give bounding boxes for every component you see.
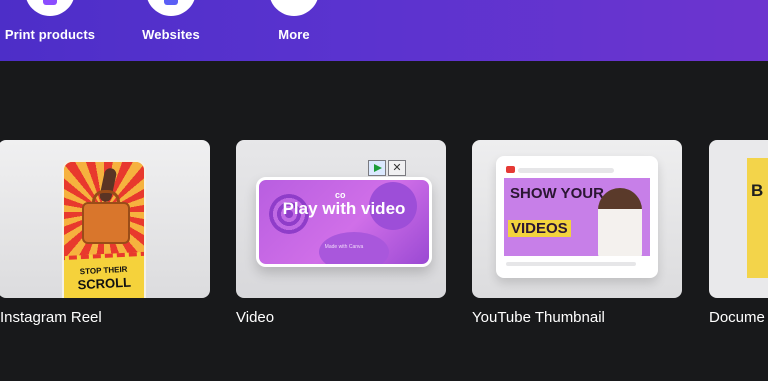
play-icon [374,164,382,172]
thumbnail-title: Play with video [282,199,406,218]
print-products-icon [25,0,75,16]
template-label-instagram-reel[interactable]: Instagram Reel [0,309,102,326]
category-label: Websites [142,27,200,42]
template-label-document[interactable]: Docume [709,309,765,326]
template-label-youtube-thumbnail[interactable]: YouTube Thumbnail [472,309,605,326]
youtube-icon [506,166,515,173]
thumbnail-text: SHOW YOUR [510,185,604,202]
video-thumbnail: co Play with video Made with Canva [256,177,432,267]
category-print-products[interactable]: Print products [0,0,105,61]
template-label-video[interactable]: Video [236,309,274,326]
document-thumbnail: B R [747,158,768,278]
play-button[interactable] [368,160,386,176]
template-card-instagram-reel[interactable]: STOP THEIR SCROLL [0,140,210,298]
template-card-document[interactable]: B R [709,140,768,298]
thumbnail-text: VIDEOS [508,220,571,237]
template-card-video[interactable]: co Play with video Made with Canva ✕ [236,140,446,298]
youtube-thumbnail-preview: SHOW YOUR VIDEOS [496,156,658,278]
thumbnail-text: B R [751,181,768,200]
person-image [598,188,642,256]
template-card-youtube-thumbnail[interactable]: SHOW YOUR VIDEOS [472,140,682,298]
instagram-reel-thumbnail: STOP THEIR SCROLL [62,160,146,298]
video-overlay-controls: ✕ [368,160,406,178]
category-more[interactable]: More [239,0,349,61]
category-websites[interactable]: Websites [116,0,226,61]
category-band: Print products Websites More [0,0,768,61]
close-button[interactable]: ✕ [388,160,406,176]
close-icon: ✕ [392,162,402,174]
websites-icon [146,0,196,16]
category-label: Print products [4,27,96,42]
thumbnail-subtitle: Made with Canva [324,244,364,250]
more-icon [269,0,319,16]
thumbnail-text: SCROLL [77,274,132,293]
category-label: More [278,27,310,42]
